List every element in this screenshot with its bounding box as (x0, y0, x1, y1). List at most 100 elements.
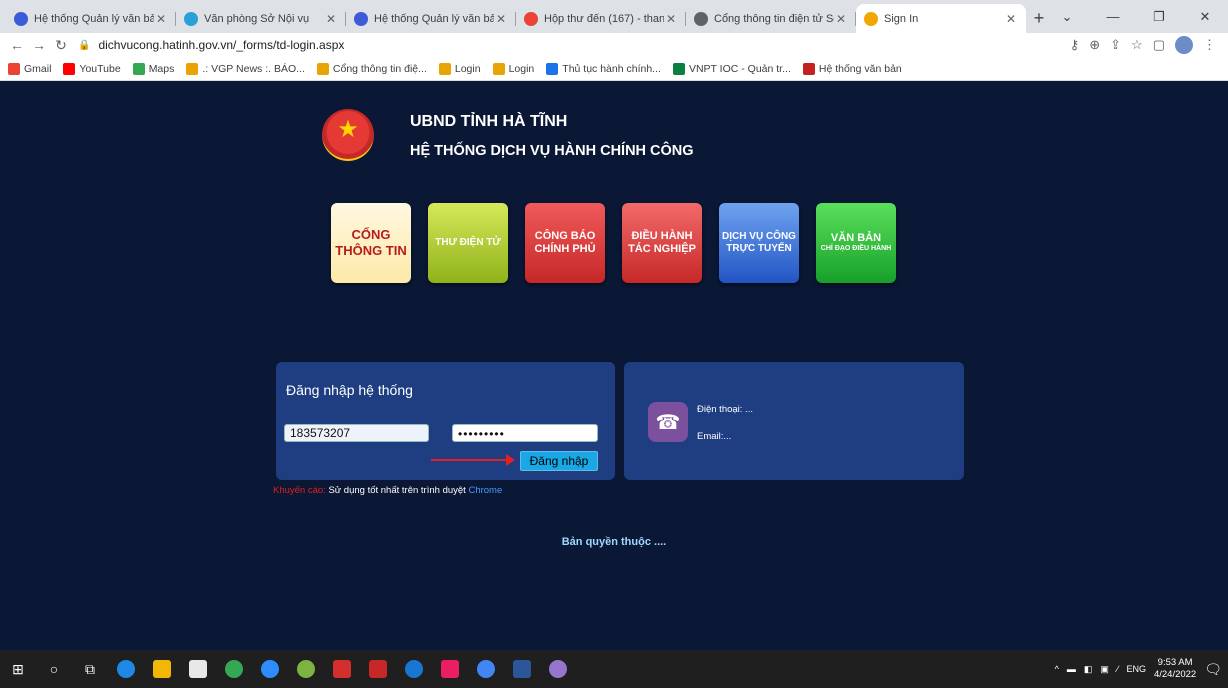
bookmark-favicon-icon (438, 62, 451, 75)
file-explorer-icon[interactable] (144, 650, 180, 688)
tab-favicon-icon (354, 11, 368, 26)
notification-icon[interactable]: 🗨 (1204, 661, 1222, 678)
key-icon[interactable]: ⚷ (1070, 37, 1080, 53)
bookmark-item[interactable]: Login (438, 62, 481, 75)
tab-favicon-icon (864, 11, 878, 26)
task-view-icon[interactable]: ⧉ (72, 650, 108, 688)
app-icon-pink[interactable] (432, 650, 468, 688)
tab-close-icon[interactable]: ✕ (154, 12, 168, 26)
copyright-text: Bản quyền thuộc .... (561, 536, 667, 548)
tab-close-icon[interactable]: ✕ (494, 12, 508, 26)
volume-icon[interactable]: ◧ (1084, 664, 1093, 675)
contact-panel: ☎ Điện thoại: ... Email:... (624, 362, 964, 480)
network-icon[interactable]: ▬ (1067, 664, 1076, 674)
tile-dieu-hanh-tac-nghiep[interactable]: ĐIỀU HÀNH TÁC NGHIỆP (622, 203, 702, 283)
chevron-down-icon[interactable]: ⌄ (1044, 0, 1090, 33)
word-icon[interactable] (504, 650, 540, 688)
zoom-app-icon[interactable] (252, 650, 288, 688)
tile-dich-vu-cong-truc-tuyen[interactable]: DỊCH VỤ CÔNG TRỰC TUYẾN (719, 203, 799, 283)
tile-cong-thong-tin[interactable]: CỔNG THÔNG TIN (331, 203, 411, 283)
tile-thu-dien-tu[interactable]: THƯ ĐIỆN TỬ (428, 203, 508, 283)
bookmark-label: Maps (148, 62, 175, 75)
tray-app-icon[interactable]: ▣ (1100, 664, 1109, 675)
window-controls: ⌄ — ❐ ✕ (1044, 0, 1228, 33)
tab-title: Cổng thông tin điện tử Sở Vă (714, 12, 834, 25)
username-input[interactable] (284, 424, 429, 442)
bookmark-label: .: VGP News :. BÁO... (202, 62, 305, 75)
forward-button[interactable]: → (28, 37, 50, 53)
lock-icon[interactable]: 🔒 (78, 40, 90, 51)
close-window-button[interactable]: ✕ (1182, 0, 1228, 33)
url-text[interactable]: dichvucong.hatinh.gov.vn/_forms/td-login… (98, 38, 344, 52)
bookmark-item[interactable]: Login (492, 62, 535, 75)
bookmark-label: Login (454, 62, 481, 75)
tile-van-ban-chi-dao[interactable]: VĂN BẢN CHỈ ĐẠO ĐIỀU HÀNH (816, 203, 896, 283)
tile-cong-bao-chinh-phu[interactable]: CÔNG BÁO CHÍNH PHỦ (525, 203, 605, 283)
bookmark-item[interactable]: Hệ thống văn bản (802, 62, 902, 75)
bookmark-label: Cổng thông tin điệ... (332, 62, 427, 75)
chevron-up-icon[interactable]: ^ (1055, 664, 1059, 674)
side-panel-icon[interactable]: ▢ (1153, 37, 1165, 53)
bookmarks-bar: Gmail YouTube Maps .: VGP News :. BÁO... Cổn… (0, 57, 1228, 81)
share-icon[interactable]: ⇪ (1110, 37, 1121, 53)
windows-start-icon[interactable]: ⊞ (0, 650, 36, 688)
app-icon-bx[interactable] (360, 650, 396, 688)
zoom-icon[interactable]: ⊕ (1089, 37, 1100, 53)
tab-list: Hệ thống Quản lý văn bản và✕Văn phòng Sở… (6, 4, 1026, 33)
chrome-link[interactable]: Chrome (468, 485, 502, 496)
password-input[interactable]: ••••••••• (452, 424, 598, 442)
system-tray: ^ ▬ ◧ ▣ ∕ ENG 9:53 AM 4/24/2022 🗨 (1055, 650, 1222, 688)
tab-title: Hệ thống Quản lý văn bản và (34, 12, 154, 25)
tab-close-icon[interactable]: ✕ (664, 12, 678, 26)
browser-tab[interactable]: Hệ thống Quản lý văn bản và✕ (6, 4, 176, 33)
back-button[interactable]: ← (6, 37, 28, 53)
app-icon-green[interactable] (288, 650, 324, 688)
minimize-button[interactable]: — (1090, 0, 1136, 33)
bookmark-item[interactable]: Cổng thông tin điệ... (316, 62, 427, 75)
app-icon-chrome2[interactable] (468, 650, 504, 688)
tab-close-icon[interactable]: ✕ (834, 12, 848, 26)
star-icon: ★ (337, 115, 359, 143)
menu-icon[interactable]: ⋮ (1203, 37, 1216, 53)
browser-tab[interactable]: Cổng thông tin điện tử Sở Vă✕ (686, 4, 856, 33)
tab-close-icon[interactable]: ✕ (1004, 12, 1018, 26)
browser-tab[interactable]: Văn phòng Sở Nội vụ ✕ (176, 4, 346, 33)
bookmark-favicon-icon (63, 62, 76, 75)
address-bar[interactable]: 🔒 dichvucong.hatinh.gov.vn/_forms/td-log… (78, 34, 1070, 56)
browser-tab[interactable]: Sign In ✕ (856, 4, 1026, 33)
app-icon-blue[interactable] (396, 650, 432, 688)
language-indicator[interactable]: ENG (1126, 664, 1146, 674)
bookmark-label: Gmail (24, 62, 52, 75)
bookmark-item[interactable]: Gmail (8, 62, 52, 75)
tab-title: Sign In (884, 12, 919, 25)
tab-title: Hộp thư đến (167) - thanhng (544, 12, 664, 25)
bookmark-star-icon[interactable]: ☆ (1131, 37, 1143, 53)
chrome-icon[interactable] (216, 650, 252, 688)
store-icon[interactable] (180, 650, 216, 688)
login-panel: Đăng nhập hệ thống ••••••••• Đăng nhập (276, 362, 615, 480)
bookmark-item[interactable]: VNPT IOC - Quản tr... (672, 62, 791, 75)
maximize-button[interactable]: ❐ (1136, 0, 1182, 33)
bookmark-item[interactable]: YouTube (63, 62, 121, 75)
bookmark-label: Login (508, 62, 535, 75)
tab-favicon-icon (184, 11, 198, 26)
bookmark-label: YouTube (79, 62, 121, 75)
browser-tab[interactable]: Hộp thư đến (167) - thanhng✕ (516, 4, 686, 33)
bookmark-item[interactable]: Maps (132, 62, 175, 75)
app-icon-red[interactable] (324, 650, 360, 688)
clock[interactable]: 9:53 AM 4/24/2022 (1154, 657, 1196, 681)
service-tiles: CỔNG THÔNG TIN THƯ ĐIỆN TỬ CÔNG BÁO CHÍNH … (331, 203, 896, 283)
bookmark-item[interactable]: .: VGP News :. BÁO... (186, 62, 305, 75)
tab-close-icon[interactable]: ✕ (324, 12, 338, 26)
tab-title: Văn phòng Sở Nội vụ (204, 12, 310, 25)
browser-tab[interactable]: Hệ thống Quản lý văn bản và✕ (346, 4, 516, 33)
bookmark-item[interactable]: Thủ tục hành chính... (546, 62, 661, 75)
reload-button[interactable]: ↻ (50, 37, 72, 54)
profile-avatar[interactable] (1175, 36, 1193, 54)
pen-icon[interactable]: ∕ (1117, 664, 1119, 674)
paint-icon[interactable] (540, 650, 576, 688)
search-icon[interactable]: ○ (36, 650, 72, 688)
bookmark-favicon-icon (492, 62, 505, 75)
edge-icon[interactable] (108, 650, 144, 688)
login-button[interactable]: Đăng nhập (520, 451, 598, 471)
